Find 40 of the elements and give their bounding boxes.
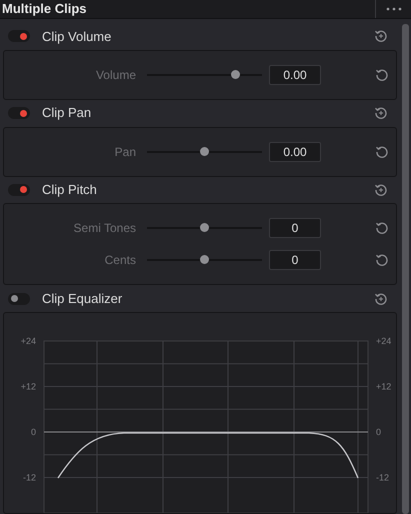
toggle-switch[interactable] — [8, 30, 30, 42]
reset-icon[interactable] — [375, 68, 389, 82]
slider-label: Pan — [114, 144, 136, 160]
toggle-switch[interactable] — [8, 184, 30, 196]
reset-icon[interactable] — [374, 182, 388, 197]
scale-label: +12 — [376, 382, 392, 392]
value-field[interactable]: 0 — [269, 218, 321, 238]
reset-icon[interactable] — [375, 144, 389, 158]
slider-label: Semi Tones — [72, 220, 136, 238]
section-title: Clip Equalizer — [42, 290, 122, 308]
scale-label: +12 — [20, 382, 36, 392]
value-field[interactable]: 0 — [269, 250, 321, 270]
slider-thumb[interactable] — [200, 223, 209, 232]
panel-title: Multiple Clips — [1, 0, 86, 18]
toggle-switch[interactable] — [8, 107, 30, 120]
scale-label: 0 — [376, 427, 382, 437]
scale-label: +24 — [376, 336, 392, 346]
value-field[interactable]: 0.00 — [269, 64, 321, 85]
section-title: Clip Pan — [42, 104, 92, 122]
slider-label: Cents — [104, 252, 136, 270]
scrollbar[interactable] — [402, 24, 409, 514]
scale-label: +24 — [20, 336, 36, 346]
section-title: Clip Volume — [42, 28, 112, 46]
slider-label: Volume — [94, 66, 136, 84]
reset-icon[interactable] — [375, 253, 389, 268]
more-icon[interactable] — [386, 7, 402, 11]
scale-label: 0 — [30, 427, 36, 437]
eq-curve[interactable] — [57, 432, 359, 478]
scale-label: -12 — [22, 472, 36, 482]
toggle-switch[interactable] — [8, 292, 30, 305]
slider-thumb[interactable] — [200, 255, 209, 264]
slider-thumb[interactable] — [231, 70, 240, 79]
reset-icon[interactable] — [374, 292, 388, 306]
slider-thumb[interactable] — [200, 146, 209, 156]
reset-icon[interactable] — [374, 106, 388, 120]
reset-icon[interactable] — [374, 29, 388, 44]
value-field[interactable]: 0.00 — [269, 142, 321, 162]
reset-icon[interactable] — [375, 221, 389, 236]
section-title: Clip Pitch — [42, 181, 97, 200]
scale-label: -12 — [376, 472, 390, 482]
